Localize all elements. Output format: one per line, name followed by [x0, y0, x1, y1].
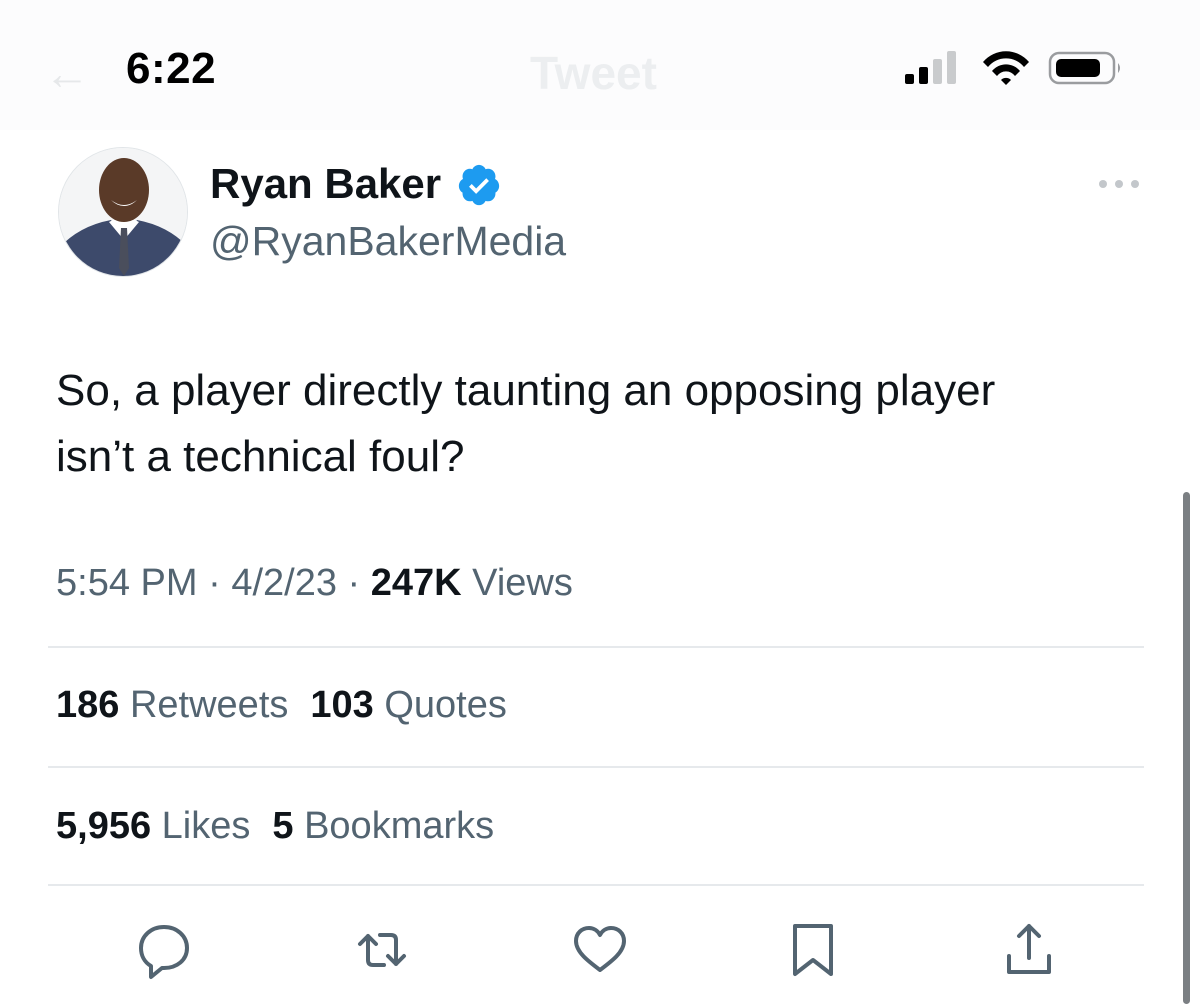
wifi-icon [983, 51, 1029, 85]
bookmark-button[interactable] [781, 918, 845, 982]
more-options-icon[interactable] [1096, 174, 1142, 194]
like-button[interactable] [568, 918, 632, 982]
back-arrow-icon[interactable]: ← [44, 46, 90, 100]
status-time: 6:22 [126, 44, 217, 93]
tweet-text-line: isn’t a technical foul? [56, 432, 465, 481]
separator: · [208, 562, 221, 604]
share-button[interactable] [997, 918, 1061, 982]
likes-count: 5,956 [56, 805, 152, 847]
author-handle[interactable]: @RyanBakerMedia [210, 218, 566, 265]
scrollbar[interactable] [1183, 492, 1190, 1004]
likes-label: Likes [161, 805, 251, 847]
avatar[interactable] [58, 147, 188, 277]
retweet-button[interactable] [350, 918, 414, 982]
tweet-time: 5:54 PM [56, 562, 198, 604]
stats-row-shares: 186 Retweets 103 Quotes [56, 684, 507, 727]
divider [48, 646, 1144, 648]
views-label: Views [472, 562, 573, 604]
header-title: Tweet [530, 47, 657, 99]
separator: · [347, 562, 361, 604]
tweet-text-line: So, a player directly taunting an opposi… [56, 366, 996, 415]
views-count: 247K [370, 562, 462, 604]
cellular-signal-icon [905, 51, 956, 84]
bookmark-icon [793, 924, 833, 976]
status-icons [905, 51, 1120, 85]
likes-stat[interactable]: 5,956 Likes [56, 805, 250, 847]
bookmarks-count: 5 [272, 805, 294, 847]
action-bar [0, 918, 1200, 982]
quotes-label: Quotes [384, 684, 507, 726]
tweet-meta: 5:54 PM · 4/2/23 · 247K Views [56, 562, 573, 605]
bookmarks-stat[interactable]: 5 Bookmarks [272, 805, 494, 847]
tweet-date: 4/2/23 [231, 562, 337, 604]
avatar-photo [59, 148, 187, 276]
verified-badge-icon [458, 164, 500, 206]
author-name[interactable]: Ryan Baker [210, 160, 441, 208]
status-bar: ← Tweet 6:22 [0, 0, 1200, 130]
divider [48, 884, 1144, 886]
reply-icon [139, 925, 189, 979]
retweets-label: Retweets [129, 684, 289, 726]
divider [48, 766, 1144, 768]
retweets-count: 186 [56, 684, 120, 726]
quotes-stat[interactable]: 103 Quotes [310, 684, 507, 726]
stats-row-likes: 5,956 Likes 5 Bookmarks [56, 805, 494, 848]
quotes-count: 103 [310, 684, 374, 726]
reply-button[interactable] [132, 918, 196, 982]
retweets-stat[interactable]: 186 Retweets [56, 684, 288, 726]
retweet-icon [358, 933, 406, 967]
share-icon [1007, 924, 1051, 974]
bookmarks-label: Bookmarks [304, 805, 495, 847]
battery-icon [1048, 51, 1120, 85]
like-icon [574, 926, 626, 972]
tweet-text: So, a player directly taunting an opposi… [56, 358, 1166, 490]
